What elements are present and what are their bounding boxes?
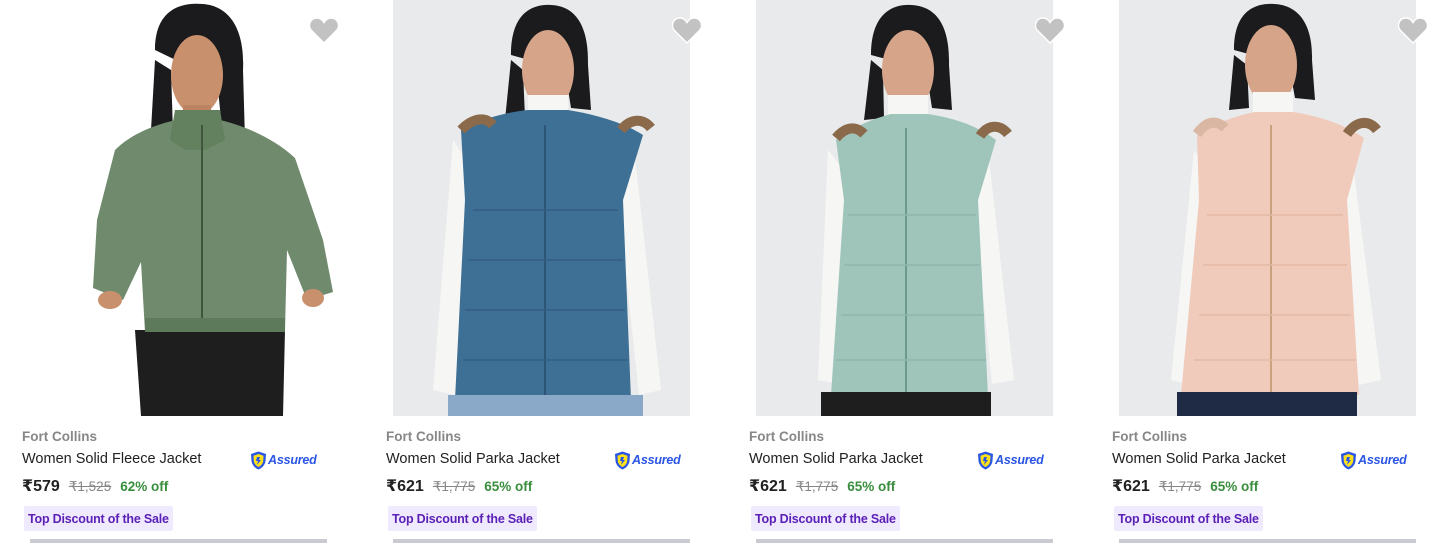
wishlist-heart-icon[interactable] xyxy=(1397,16,1429,45)
selling-price: ₹621 xyxy=(386,478,424,495)
product-image[interactable] xyxy=(5,0,352,416)
top-discount-badge: Top Discount of the Sale xyxy=(1114,506,1263,531)
discount-percent: 65% off xyxy=(847,479,896,494)
original-price: ₹1,775 xyxy=(432,479,476,494)
title-row: Women Solid Fleece Jacket Assured xyxy=(22,449,342,471)
product-photo xyxy=(1119,0,1416,416)
top-discount-badge: Top Discount of the Sale xyxy=(388,506,537,531)
assured-label: Assured xyxy=(632,453,681,467)
product-card[interactable]: Fort Collins Women Solid Parka Jacket As… xyxy=(1093,0,1443,543)
product-title-link[interactable]: Women Solid Parka Jacket xyxy=(386,451,560,467)
assured-badge: Assured xyxy=(614,450,681,470)
selling-price: ₹579 xyxy=(22,478,60,495)
wishlist-heart-icon[interactable] xyxy=(1034,16,1066,45)
top-discount-badge: Top Discount of the Sale xyxy=(24,506,173,531)
price-row: ₹621 ₹1,775 65% off xyxy=(386,476,706,498)
product-photo xyxy=(756,0,1053,416)
assured-shield-icon xyxy=(615,451,630,469)
next-row-image-edge xyxy=(1119,539,1416,543)
product-info: Fort Collins Women Solid Fleece Jacket A… xyxy=(22,428,342,531)
product-title-link[interactable]: Women Solid Parka Jacket xyxy=(1112,451,1286,467)
original-price: ₹1,525 xyxy=(68,479,112,494)
product-title-link[interactable]: Women Solid Parka Jacket xyxy=(749,451,923,467)
wishlist-heart-icon[interactable] xyxy=(308,16,340,45)
next-row-image-edge xyxy=(393,539,690,543)
assured-badge: Assured xyxy=(1340,450,1407,470)
discount-percent: 62% off xyxy=(120,479,169,494)
original-price: ₹1,775 xyxy=(1158,479,1202,494)
product-brand: Fort Collins xyxy=(1112,429,1187,444)
title-row: Women Solid Parka Jacket Assured xyxy=(749,449,1069,471)
product-title-link[interactable]: Women Solid Fleece Jacket xyxy=(22,451,201,467)
product-image[interactable] xyxy=(393,0,690,416)
assured-label: Assured xyxy=(1358,453,1407,467)
title-row: Women Solid Parka Jacket Assured xyxy=(1112,449,1432,471)
price-row: ₹621 ₹1,775 65% off xyxy=(749,476,1069,498)
next-row-image-edge xyxy=(756,539,1053,543)
assured-label: Assured xyxy=(268,453,317,467)
wishlist-heart-icon[interactable] xyxy=(671,16,703,45)
assured-shield-icon xyxy=(251,451,266,469)
product-image[interactable] xyxy=(1119,0,1416,416)
assured-badge: Assured xyxy=(250,450,317,470)
top-discount-badge: Top Discount of the Sale xyxy=(751,506,900,531)
assured-shield-icon xyxy=(1341,451,1356,469)
product-card[interactable]: Fort Collins Women Solid Parka Jacket As… xyxy=(730,0,1080,543)
product-info: Fort Collins Women Solid Parka Jacket As… xyxy=(749,428,1069,531)
price-row: ₹579 ₹1,525 62% off xyxy=(22,476,342,498)
assured-label: Assured xyxy=(995,453,1044,467)
price-row: ₹621 ₹1,775 65% off xyxy=(1112,476,1432,498)
next-row-image-edge xyxy=(30,539,327,543)
product-image[interactable] xyxy=(756,0,1053,416)
product-info: Fort Collins Women Solid Parka Jacket As… xyxy=(1112,428,1432,531)
original-price: ₹1,775 xyxy=(795,479,839,494)
product-photo xyxy=(393,0,690,416)
selling-price: ₹621 xyxy=(1112,478,1150,495)
product-card[interactable]: Fort Collins Women Solid Parka Jacket As… xyxy=(367,0,717,543)
assured-badge: Assured xyxy=(977,450,1044,470)
selling-price: ₹621 xyxy=(749,478,787,495)
title-row: Women Solid Parka Jacket Assured xyxy=(386,449,706,471)
product-info: Fort Collins Women Solid Parka Jacket As… xyxy=(386,428,706,531)
discount-percent: 65% off xyxy=(1210,479,1259,494)
product-card[interactable]: Fort Collins Women Solid Fleece Jacket A… xyxy=(3,0,353,543)
product-brand: Fort Collins xyxy=(22,429,97,444)
product-photo xyxy=(5,0,352,416)
product-brand: Fort Collins xyxy=(386,429,461,444)
assured-shield-icon xyxy=(978,451,993,469)
discount-percent: 65% off xyxy=(484,479,533,494)
product-brand: Fort Collins xyxy=(749,429,824,444)
